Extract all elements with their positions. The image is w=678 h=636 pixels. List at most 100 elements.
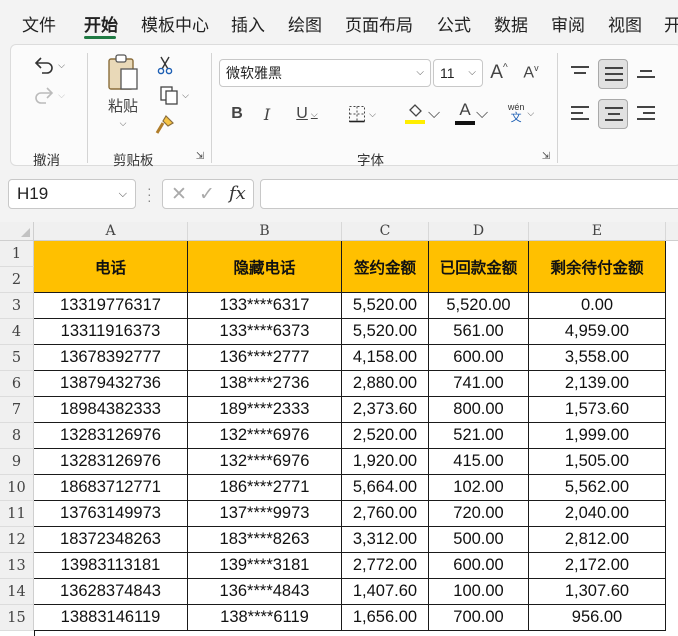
table-cell[interactable]: 741.00: [429, 371, 529, 397]
table-cell[interactable]: 1,307.60: [529, 579, 666, 605]
enter-check-icon[interactable]: ✓: [199, 183, 215, 206]
select-all-corner[interactable]: [0, 222, 34, 241]
table-cell[interactable]: 3,558.00: [529, 345, 666, 371]
redo-button[interactable]: ⌵: [27, 81, 71, 109]
decrease-font-size-button[interactable]: Av: [519, 59, 543, 87]
table-cell[interactable]: 500.00: [429, 527, 529, 553]
table-cell[interactable]: 700.00: [429, 605, 529, 631]
table-cell[interactable]: 139****3181: [188, 553, 342, 579]
column-header-b[interactable]: B: [188, 222, 342, 241]
table-cell[interactable]: 561.00: [429, 319, 529, 345]
paste-button[interactable]: 粘贴 ⌵: [99, 51, 147, 131]
table-cell[interactable]: 415.00: [429, 449, 529, 475]
column-header-f[interactable]: [666, 222, 678, 241]
drag-handle-icon[interactable]: · · ·: [147, 181, 152, 207]
table-cell[interactable]: 2,139.00: [529, 371, 666, 397]
row-header-1[interactable]: 1: [0, 241, 34, 267]
row-header-7[interactable]: 7: [0, 397, 34, 423]
tab-view[interactable]: 视图: [608, 11, 642, 36]
column-header-d[interactable]: D: [429, 222, 529, 241]
table-cell[interactable]: 600.00: [429, 553, 529, 579]
table-cell[interactable]: 132****6976: [188, 423, 342, 449]
underline-button[interactable]: U ⌵: [287, 101, 327, 127]
table-cell[interactable]: 2,760.00: [342, 501, 429, 527]
table-cell[interactable]: 136****2777: [188, 345, 342, 371]
table-cell[interactable]: 1,656.00: [342, 605, 429, 631]
row-header-2[interactable]: 2: [0, 267, 34, 293]
table-cell[interactable]: 3,312.00: [342, 527, 429, 553]
header-cell[interactable]: 已回款金额: [429, 241, 529, 293]
table-cell[interactable]: 2,172.00: [529, 553, 666, 579]
table-cell[interactable]: 13983113181: [34, 553, 188, 579]
tab-more[interactable]: 开: [664, 11, 678, 36]
table-cell[interactable]: 13883146119: [34, 605, 188, 631]
increase-font-size-button[interactable]: A^: [487, 59, 511, 87]
table-cell[interactable]: 138****2736: [188, 371, 342, 397]
chevron-down-icon[interactable]: ⌵: [428, 105, 440, 122]
align-center-button[interactable]: [598, 99, 628, 129]
table-cell[interactable]: 13763149973: [34, 501, 188, 527]
bold-button[interactable]: B: [227, 101, 247, 127]
table-cell[interactable]: 2,772.00: [342, 553, 429, 579]
align-left-button[interactable]: [565, 99, 595, 129]
row-header-5[interactable]: 5: [0, 345, 34, 371]
row-header-8[interactable]: 8: [0, 423, 34, 449]
row-header-9[interactable]: 9: [0, 449, 34, 475]
row-header-11[interactable]: 11: [0, 501, 34, 527]
align-middle-button[interactable]: [598, 59, 628, 89]
italic-button[interactable]: I: [257, 101, 277, 127]
table-cell[interactable]: 956.00: [529, 605, 666, 631]
cancel-icon[interactable]: ✕: [171, 183, 187, 206]
table-cell[interactable]: 132****6976: [188, 449, 342, 475]
table-cell[interactable]: 13283126976: [34, 449, 188, 475]
tab-page-layout[interactable]: 页面布局: [345, 11, 413, 36]
table-cell[interactable]: 5,520.00: [429, 293, 529, 319]
table-cell[interactable]: 5,664.00: [342, 475, 429, 501]
table-cell[interactable]: 133****6317: [188, 293, 342, 319]
row-header-14[interactable]: 14: [0, 579, 34, 605]
table-cell[interactable]: 1,920.00: [342, 449, 429, 475]
table-cell[interactable]: 1,999.00: [529, 423, 666, 449]
tab-formulas[interactable]: 公式: [437, 11, 471, 36]
tab-home[interactable]: 开始: [84, 11, 118, 36]
row-header-10[interactable]: 10: [0, 475, 34, 501]
dialog-launcher-icon[interactable]: ⇲: [193, 149, 207, 163]
table-cell[interactable]: 137****9973: [188, 501, 342, 527]
column-header-a[interactable]: A: [34, 222, 188, 241]
table-cell[interactable]: 18372348263: [34, 527, 188, 553]
phonetic-guide-button[interactable]: wén 文 ⌵: [499, 97, 543, 129]
column-header-c[interactable]: C: [342, 222, 429, 241]
table-cell[interactable]: 100.00: [429, 579, 529, 605]
table-cell[interactable]: 1,407.60: [342, 579, 429, 605]
table-cell[interactable]: 13678392777: [34, 345, 188, 371]
table-cell[interactable]: 102.00: [429, 475, 529, 501]
table-cell[interactable]: 5,520.00: [342, 319, 429, 345]
font-name-select[interactable]: 微软雅黑 ⌵: [219, 59, 431, 87]
table-cell[interactable]: 0.00: [529, 293, 666, 319]
borders-button[interactable]: ⌵: [341, 101, 383, 127]
spreadsheet-grid[interactable]: A B C D E 1 2 3 4 5 6 7 8 9 10 11 12 13 14 15 电话 隐藏电话 签约金额 已回款金…: [0, 222, 678, 636]
table-cell[interactable]: 138****6119: [188, 605, 342, 631]
column-header-e[interactable]: E: [529, 222, 666, 241]
table-cell[interactable]: 720.00: [429, 501, 529, 527]
table-cell[interactable]: 4,959.00: [529, 319, 666, 345]
font-size-select[interactable]: 11 ⌵: [433, 59, 483, 87]
row-header-4[interactable]: 4: [0, 319, 34, 345]
row-header-15[interactable]: 15: [0, 605, 34, 631]
table-cell[interactable]: 18683712771: [34, 475, 188, 501]
header-cell[interactable]: 隐藏电话: [188, 241, 342, 293]
table-cell[interactable]: 13283126976: [34, 423, 188, 449]
table-cell[interactable]: 4,158.00: [342, 345, 429, 371]
table-cell[interactable]: 800.00: [429, 397, 529, 423]
header-cell[interactable]: 签约金额: [342, 241, 429, 293]
table-cell[interactable]: 13319776317: [34, 293, 188, 319]
table-cell[interactable]: 183****8263: [188, 527, 342, 553]
table-cell[interactable]: 5,562.00: [529, 475, 666, 501]
header-cell[interactable]: 电话: [34, 241, 188, 293]
table-cell[interactable]: 189****2333: [188, 397, 342, 423]
table-cell[interactable]: 2,520.00: [342, 423, 429, 449]
align-bottom-button[interactable]: [631, 59, 661, 89]
align-top-button[interactable]: [565, 59, 595, 89]
tab-template-center[interactable]: 模板中心: [141, 11, 209, 36]
table-cell[interactable]: 2,880.00: [342, 371, 429, 397]
